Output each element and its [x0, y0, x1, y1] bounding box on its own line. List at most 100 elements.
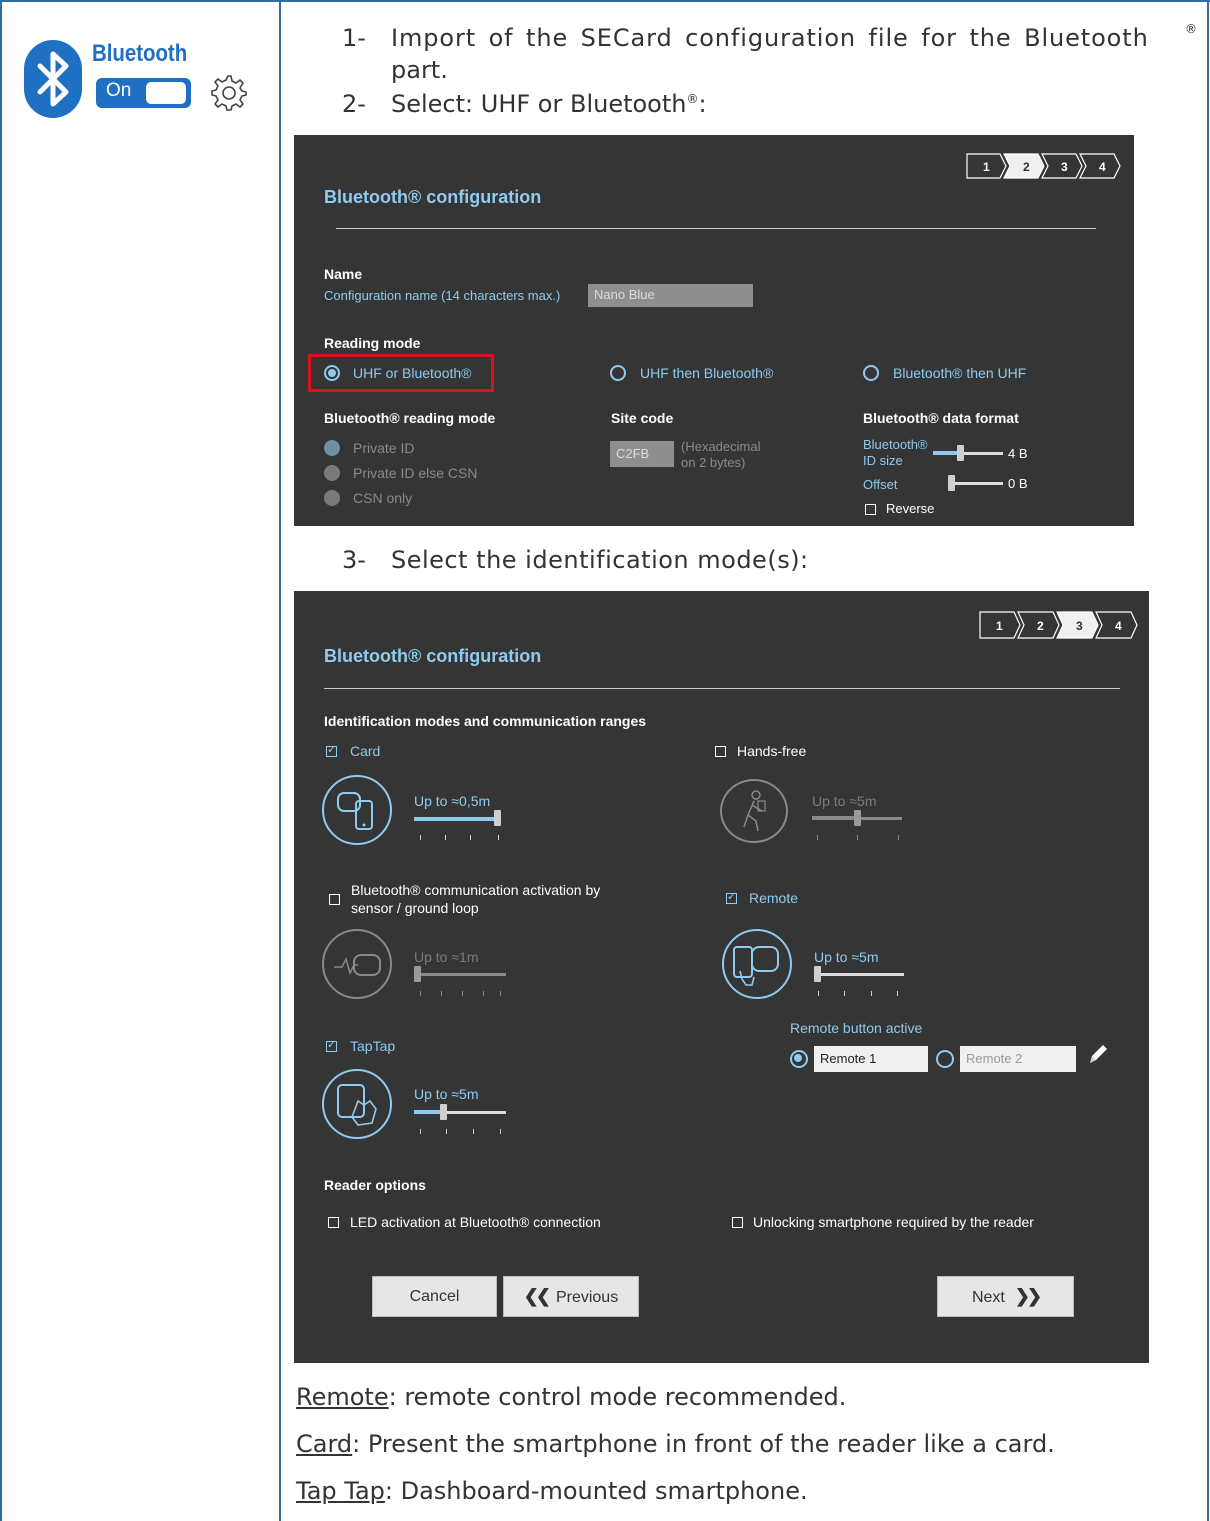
bt-option-csn-only[interactable]: CSN only [353, 490, 412, 506]
remote-button-active-label: Remote button active [790, 1020, 923, 1036]
site-code-input[interactable]: C2FB [610, 441, 674, 467]
table-column-divider [279, 0, 281, 1521]
id-size-slider[interactable] [933, 445, 1003, 461]
card-mode-icon [322, 775, 392, 845]
panel-title: Bluetooth® configuration [324, 646, 542, 666]
tap-hand-icon [337, 1084, 377, 1126]
gear-icon[interactable] [208, 72, 248, 112]
toggle-knob [146, 82, 186, 104]
remote-range-slider[interactable] [814, 965, 906, 999]
remote-label[interactable]: Remote [749, 890, 798, 906]
unlock-smartphone-checkbox[interactable] [732, 1217, 743, 1228]
bt-option-private-else-csn[interactable]: Private ID else CSN [353, 465, 477, 481]
previous-button[interactable]: ❮❮ Previous [503, 1276, 639, 1317]
bluetooth-icon [24, 40, 82, 118]
table-border-left [0, 0, 2, 1521]
note-text: : Dashboard-mounted smartphone. [384, 1477, 808, 1505]
offset-label: Offset [863, 477, 898, 492]
sensor-range-slider[interactable] [414, 965, 506, 999]
handsfree-range-slider[interactable] [812, 809, 904, 843]
step-1: 1 [983, 160, 990, 174]
step-1: 1 [996, 619, 1003, 633]
bt-radio-private-id[interactable] [324, 440, 340, 456]
config-name-input[interactable]: Nano Blue [588, 284, 753, 307]
panel-title: Bluetooth® configuration [324, 187, 542, 207]
step-arrows: 1 2 3 4 [966, 153, 1121, 179]
step-2: 2 [1037, 619, 1044, 633]
config-panel-step2: 1 2 3 4 Bluetooth® configuration Name Co… [294, 135, 1134, 526]
step-4: 4 [1115, 619, 1122, 633]
remote1-radio[interactable] [790, 1050, 808, 1068]
bluetooth-toggle[interactable]: On [96, 78, 191, 108]
sensor-activation-label-2[interactable]: sensor / ground loop [351, 900, 479, 916]
step-3: 3 [1061, 160, 1068, 174]
mode-option-uhf-then-bt[interactable]: UHF then Bluetooth® [640, 365, 773, 381]
step2-text: Select: UHF or Bluetooth®: [391, 90, 707, 118]
card-range-slider[interactable] [414, 809, 504, 843]
bt-radio-private-else-csn[interactable] [324, 465, 340, 481]
offset-value: 0 B [1008, 476, 1028, 491]
bt-option-private-id[interactable]: Private ID [353, 440, 414, 456]
config-panel-step3: 1 2 3 4 Bluetooth® configuration Identif… [294, 591, 1149, 1363]
cancel-button[interactable]: Cancel [372, 1276, 497, 1317]
id-size-value: 4 B [1008, 446, 1028, 461]
cancel-button-label: Cancel [409, 1288, 460, 1305]
taptap-label[interactable]: TapTap [350, 1038, 395, 1054]
remote2-input[interactable]: Remote 2 [960, 1046, 1076, 1072]
name-label: Name [324, 266, 363, 282]
title-divider [324, 688, 1120, 689]
step-3: 3 [1076, 619, 1083, 633]
mode-radio-uhf-then-bt[interactable] [610, 365, 626, 381]
note-taptap: Tap Tap: Dashboard-mounted smartphone. [296, 1477, 808, 1505]
handsfree-mode-icon [720, 779, 788, 843]
reverse-checkbox[interactable] [865, 504, 876, 515]
smartphone-card-icon [337, 792, 373, 830]
step3-text: Select the identification mode(s): [391, 546, 809, 574]
sensor-activation-label-1[interactable]: Bluetooth® communication activation by [351, 882, 600, 898]
next-button[interactable]: Next ❯❯ [937, 1276, 1074, 1317]
led-activation-checkbox[interactable] [328, 1217, 339, 1228]
mode-option-bt-then-uhf[interactable]: Bluetooth® then UHF [893, 365, 1026, 381]
bt-reading-mode-label: Bluetooth® reading mode [324, 410, 496, 426]
taptap-range-slider[interactable] [414, 1103, 506, 1137]
remote2-radio[interactable] [936, 1050, 954, 1068]
note-text: : remote control mode recommended. [388, 1383, 847, 1411]
site-code-label: Site code [611, 410, 674, 426]
title-divider [336, 228, 1096, 229]
step1-registered: ® [1185, 22, 1197, 36]
site-code-hint-1: (Hexadecimal [681, 439, 761, 454]
remote-checkbox[interactable] [726, 890, 737, 904]
taptap-checkbox[interactable] [326, 1038, 337, 1052]
bluetooth-wordmark: Bluetooth [92, 40, 188, 67]
offset-slider[interactable] [948, 475, 1003, 491]
mode-radio-bt-then-uhf[interactable] [863, 365, 879, 381]
step-arrows: 1 2 3 4 [979, 611, 1138, 639]
step3-number: 3- [342, 546, 366, 574]
step2-label: Select: UHF or Bluetooth [391, 90, 687, 118]
unlock-smartphone-label[interactable]: Unlocking smartphone required by the rea… [753, 1214, 1034, 1230]
table-border-top [0, 0, 1210, 2]
step1-line2: part. [391, 56, 448, 84]
step2-colon: : [698, 90, 707, 118]
reverse-label: Reverse [886, 501, 935, 516]
remote1-input[interactable]: Remote 1 [814, 1046, 928, 1072]
note-term: Tap Tap [296, 1477, 385, 1505]
step-indicator: 1 2 3 4 [979, 611, 1139, 639]
note-term: Remote [296, 1383, 389, 1411]
identification-modes-label: Identification modes and communication r… [324, 713, 647, 729]
card-range: Up to ≈0,5m [414, 793, 491, 809]
card-label[interactable]: Card [350, 743, 380, 759]
id-size-label-1: Bluetooth® [863, 437, 928, 452]
mode-option-uhf-or-bt[interactable]: UHF or Bluetooth® [353, 365, 471, 381]
double-chevron-left-icon: ❮❮ [523, 1286, 551, 1306]
mode-radio-uhf-or-bt[interactable] [324, 365, 340, 381]
sensor-activation-checkbox[interactable] [329, 894, 340, 905]
handsfree-label[interactable]: Hands-free [737, 743, 806, 759]
led-activation-label[interactable]: LED activation at Bluetooth® connection [350, 1214, 601, 1230]
handsfree-checkbox[interactable] [715, 746, 726, 757]
step1-line1: Import of the SECard configuration file … [391, 24, 1149, 52]
id-size-label-2: ID size [863, 453, 903, 468]
bt-radio-csn-only[interactable] [324, 490, 340, 506]
card-checkbox[interactable] [326, 743, 337, 757]
edit-pencil-icon[interactable] [1086, 1041, 1110, 1067]
